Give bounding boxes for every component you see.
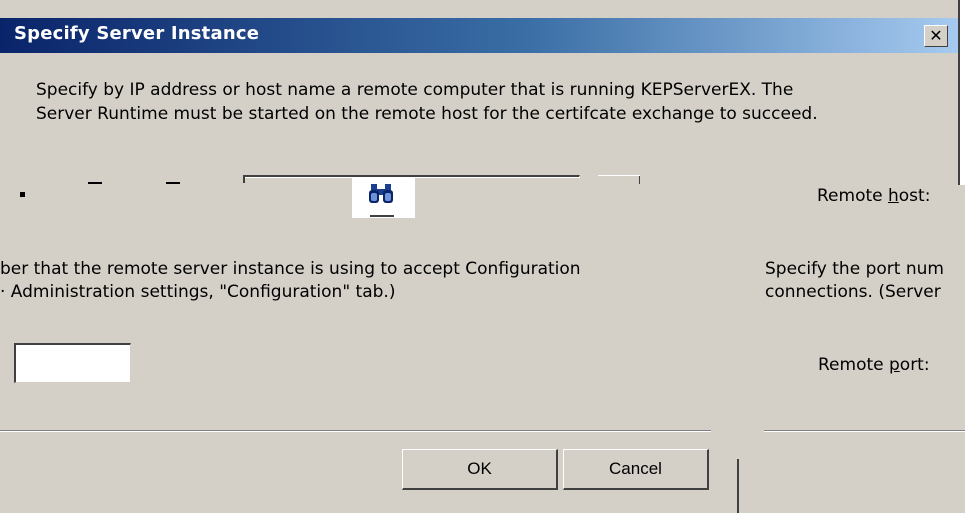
separator-line [764, 430, 965, 432]
render-fragment-dash [88, 182, 102, 184]
remote-host-label-hotkey: h [888, 186, 899, 206]
intro-text-line-2: Server Runtime must be started on the re… [36, 104, 818, 124]
binoculars-icon [369, 184, 393, 203]
title-bar[interactable]: Specify Server Instance ✕ [0, 18, 958, 53]
remote-host-label-suffix: ost: [898, 186, 931, 206]
browse-button-focus-line [370, 215, 394, 217]
render-fragment-box [598, 175, 640, 187]
port-description-line-2-left: · Administration settings, "Configuratio… [0, 282, 396, 302]
separator-line [0, 430, 711, 432]
browse-hosts-button[interactable] [352, 178, 415, 218]
intro-text-line-1: Specify by IP address or host name a rem… [36, 80, 794, 100]
specify-server-instance-dialog: Specify Server Instance ✕ Specify by IP … [0, 0, 965, 513]
render-fragment-dot [20, 192, 25, 197]
close-icon: ✕ [929, 26, 943, 45]
ok-button[interactable]: OK [402, 449, 558, 490]
render-fragment-tick [639, 176, 640, 184]
remote-port-input[interactable] [14, 343, 131, 383]
port-description-line-1-left: ber that the remote server instance is u… [0, 259, 581, 279]
window-right-edge [958, 0, 965, 185]
cancel-button[interactable]: Cancel [563, 449, 709, 490]
render-fragment-dash [166, 182, 180, 184]
remote-host-label-prefix: Remote [817, 186, 888, 206]
remote-host-label: Remote host: [817, 185, 930, 208]
port-description-line-1-right: Specify the port num [765, 259, 944, 279]
remote-port-label: Remote port: [818, 354, 930, 377]
remote-host-input-edge [243, 175, 245, 183]
render-fragment-vertical-line [737, 459, 739, 513]
close-button[interactable]: ✕ [924, 25, 948, 47]
port-description-line-2-right: connections. (Server [765, 282, 941, 302]
remote-port-label-suffix: ort: [899, 355, 930, 375]
remote-port-label-prefix: Remote [818, 355, 889, 375]
remote-port-label-hotkey: p [889, 355, 900, 375]
window-title: Specify Server Instance [14, 23, 260, 44]
